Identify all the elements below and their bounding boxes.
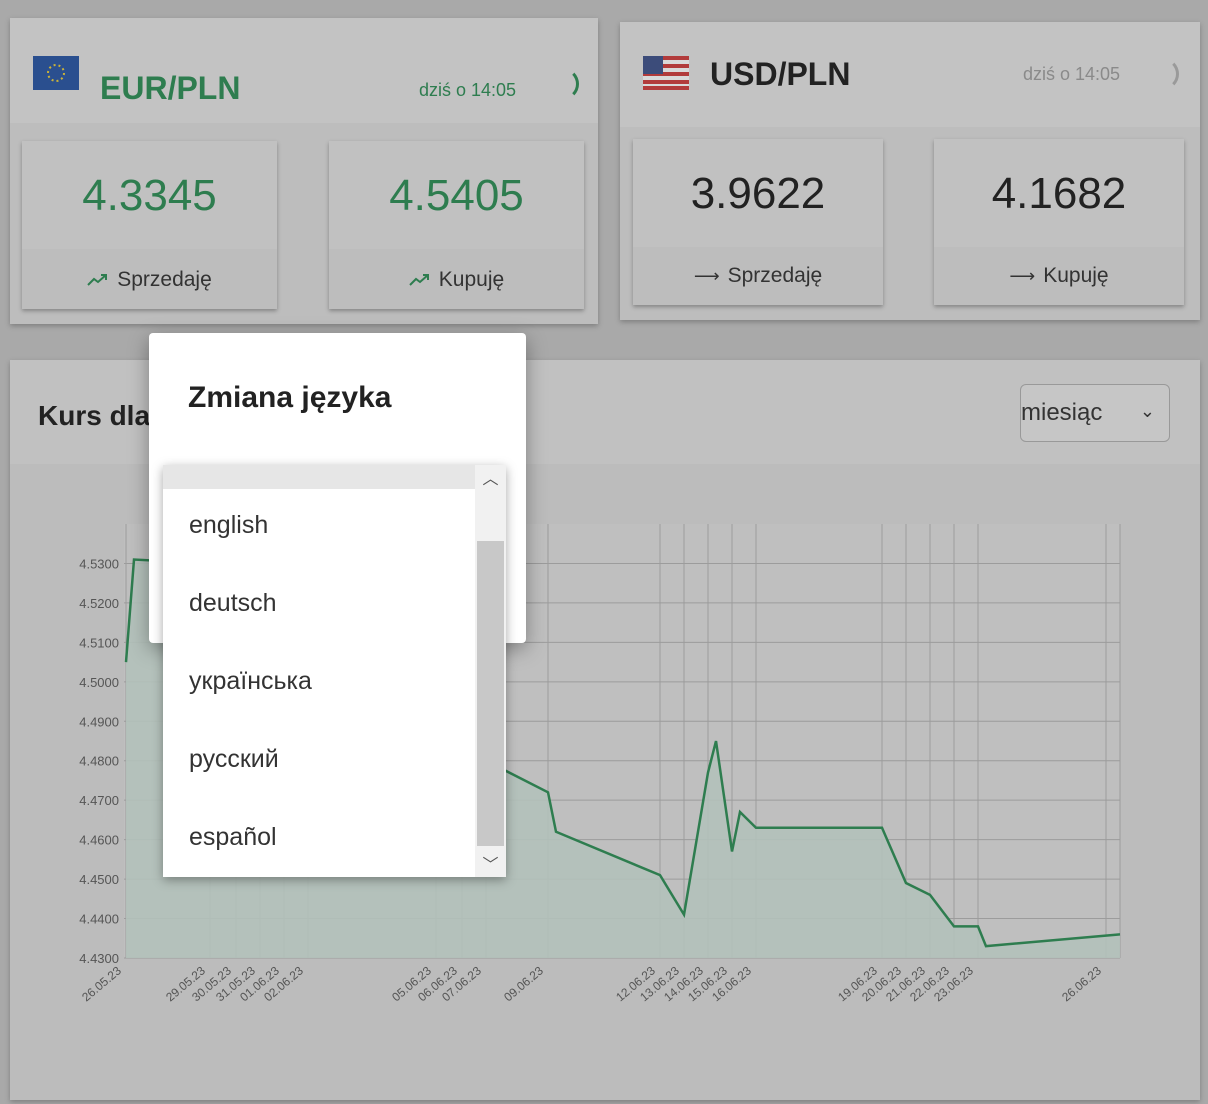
arrow-right-icon: ⟶ (693, 265, 720, 286)
usd-sell-label: Sprzedaję (727, 264, 823, 287)
language-option-russian[interactable]: русский (189, 745, 279, 774)
arrow-right-icon: ⟶ (1009, 265, 1036, 286)
eur-buy-card[interactable]: 4.5405 Kupuję (329, 141, 584, 309)
eur-panel-header: EUR/PLN dziś o 14:05 (10, 18, 598, 123)
x-tick-label: 09.06.23 (501, 963, 546, 1004)
y-tick-label: 4.4400 (79, 912, 119, 927)
usd-buy-footer: ⟶ Kupuję (934, 247, 1184, 305)
language-dropdown[interactable]: english deutsch українська русский españ… (163, 465, 506, 877)
eur-updated-time: dziś o 14:05 (419, 80, 517, 100)
language-option-spanish[interactable]: español (189, 823, 277, 852)
usd-buy-card[interactable]: 4.1682 ⟶ Kupuję (934, 139, 1184, 305)
dropdown-scrollbar[interactable]: ︿ ﹀ (475, 465, 506, 877)
trending-up-icon (409, 274, 429, 286)
y-tick-label: 4.5000 (79, 675, 119, 690)
eur-rate-panel: EUR/PLN dziś o 14:05 4.3345 Sprzedaję 4.… (10, 18, 598, 324)
us-flag-icon (643, 56, 689, 90)
language-option-ukrainian[interactable]: українська (189, 667, 312, 696)
usd-sell-card[interactable]: 3.9622 ⟶ Sprzedaję (633, 139, 883, 305)
scroll-down-icon[interactable]: ﹀ (475, 851, 506, 877)
eur-sell-card[interactable]: 4.3345 Sprzedaję (22, 141, 277, 309)
usd-panel-header: USD/PLN dziś o 14:05 (620, 22, 1200, 127)
modal-title: Zmiana języka (188, 381, 392, 414)
language-option-deutsch[interactable]: deutsch (189, 589, 277, 618)
trending-up-icon (87, 274, 108, 286)
eur-sell-value: 4.3345 (82, 171, 217, 220)
x-tick-label: 26.06.23 (1059, 963, 1104, 1004)
usd-rate-panel: USD/PLN dziś o 14:05 3.9622 ⟶ Sprzedaję … (620, 22, 1200, 320)
language-option-english[interactable]: english (189, 511, 268, 540)
usd-pair-label: USD/PLN (710, 56, 851, 92)
y-tick-label: 4.4300 (79, 951, 119, 966)
y-tick-label: 4.5300 (79, 556, 119, 571)
y-tick-label: 4.4600 (79, 833, 119, 848)
eur-buy-footer: Kupuję (329, 251, 584, 309)
x-tick-label: 26.05.23 (79, 963, 124, 1004)
eur-pair-label: EUR/PLN (100, 70, 241, 106)
eur-buy-value: 4.5405 (389, 171, 524, 220)
eur-refresh-spinner-icon[interactable] (547, 68, 579, 100)
y-tick-label: 4.4900 (79, 714, 119, 729)
y-tick-label: 4.5200 (79, 596, 119, 611)
dropdown-empty-option[interactable] (163, 465, 475, 489)
eur-sell-footer: Sprzedaję (22, 251, 277, 309)
usd-sell-value: 3.9622 (690, 169, 826, 218)
eur-sell-label: Sprzedaję (117, 268, 212, 291)
eur-buy-label: Kupuję (438, 268, 505, 291)
usd-sell-footer: ⟶ Sprzedaję (633, 247, 883, 305)
usd-buy-label: Kupuję (1043, 264, 1109, 287)
usd-refresh-spinner-icon[interactable] (1147, 58, 1179, 90)
scroll-up-icon[interactable]: ︿ (475, 465, 506, 491)
y-tick-label: 4.5100 (79, 635, 119, 650)
scrollbar-thumb[interactable] (477, 541, 504, 846)
eu-flag-icon (33, 56, 79, 90)
y-tick-label: 4.4700 (79, 793, 119, 808)
y-tick-label: 4.4500 (79, 872, 119, 887)
usd-updated-time: dziś o 14:05 (1023, 64, 1121, 84)
y-tick-label: 4.4800 (79, 754, 119, 769)
usd-buy-value: 4.1682 (991, 169, 1127, 218)
